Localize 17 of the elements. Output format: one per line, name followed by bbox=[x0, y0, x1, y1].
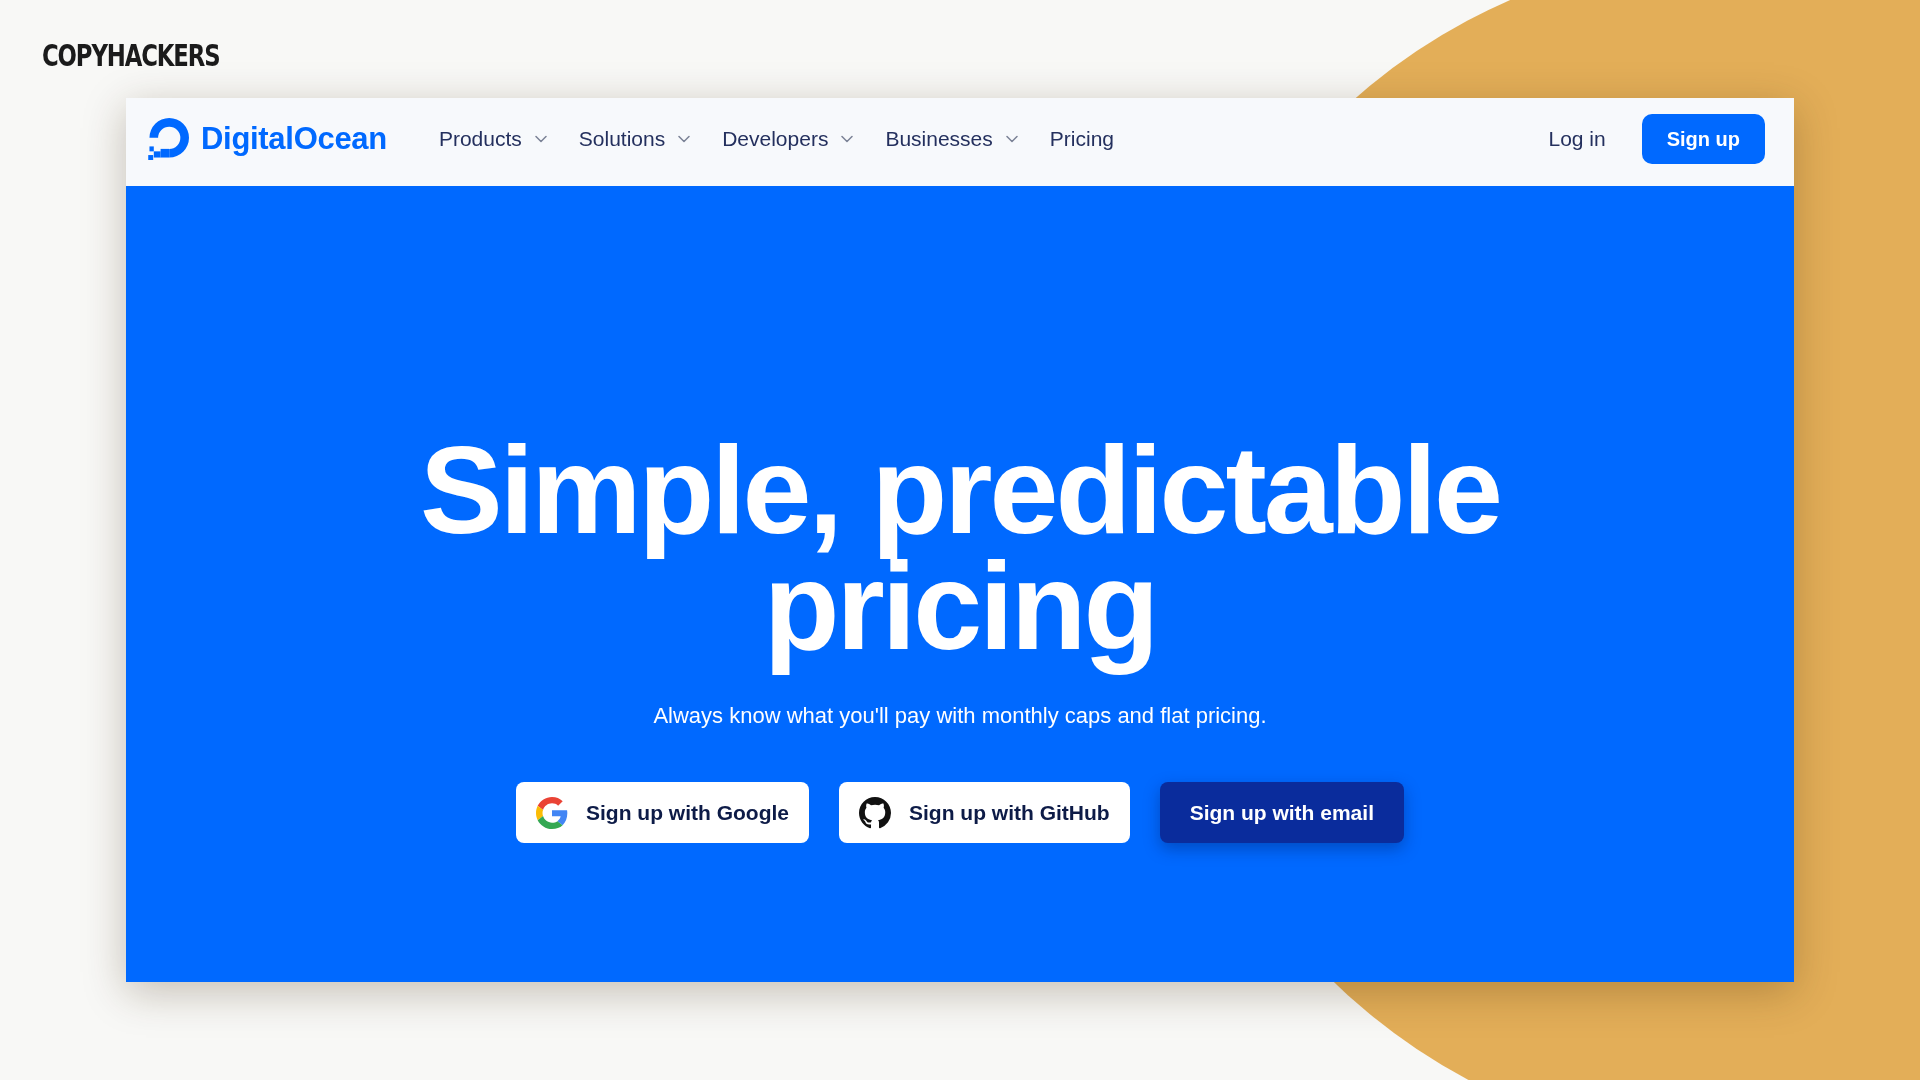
nav-link[interactable]: Businesses bbox=[885, 127, 1018, 151]
nav-link[interactable]: Products bbox=[438, 127, 547, 151]
signup-button[interactable]: Sign up bbox=[1641, 114, 1765, 164]
brand-wordmark: COPYHACKERS bbox=[42, 38, 220, 74]
nav-link[interactable]: Solutions bbox=[578, 127, 691, 151]
hero-subtitle: Always know what you'll pay with monthly caps and flat pricing. bbox=[653, 702, 1267, 730]
hero-heading: Simple, predictable pricing bbox=[419, 420, 1501, 677]
cat-silhouette-icon bbox=[859, 796, 891, 829]
signup-option-button[interactable]: Sign up with Google bbox=[516, 782, 809, 843]
multicolor-g-icon bbox=[536, 796, 568, 829]
nav-link[interactable]: Developers bbox=[722, 127, 854, 151]
signup-option-button[interactable]: Sign up with email bbox=[1159, 782, 1404, 843]
signup-option-button[interactable]: Sign up with GitHub bbox=[839, 782, 1130, 843]
nav-link[interactable]: Pricing bbox=[1049, 127, 1114, 151]
logo-link[interactable]: DigitalOcean bbox=[147, 118, 387, 160]
login-link[interactable]: Log in bbox=[1548, 127, 1606, 151]
logo-icon bbox=[147, 118, 189, 160]
